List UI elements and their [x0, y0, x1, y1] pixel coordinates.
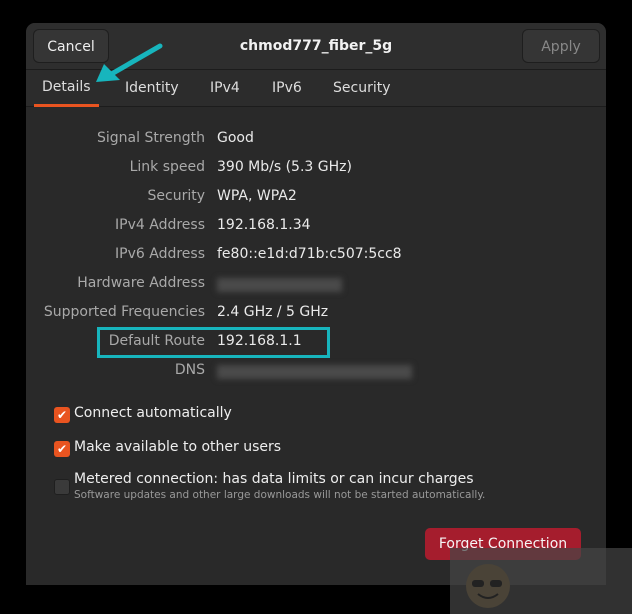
mascot-logo-icon — [466, 564, 510, 608]
detail-value: 2.4 GHz / 5 GHz — [217, 304, 329, 320]
tab-ipv4[interactable]: IPv4 — [210, 70, 240, 106]
detail-label: IPv4 Address — [115, 217, 205, 233]
checkbox-label: Metered connection: has data limits or c… — [74, 471, 474, 487]
annotation-arrow-icon — [96, 43, 163, 82]
detail-value: 390 Mb/s (5.3 GHz) — [217, 159, 352, 175]
make-available-checkbox[interactable]: ✔ — [54, 441, 70, 457]
checkbox-sublabel: Software updates and other large downloa… — [74, 489, 486, 501]
detail-label: Security — [147, 188, 206, 204]
watermark — [450, 548, 632, 614]
detail-label: Link speed — [129, 159, 205, 175]
tab-ipv6[interactable]: IPv6 — [272, 70, 302, 106]
detail-row: Hardware Address — [26, 275, 606, 295]
checkbox-label: Make available to other users — [74, 439, 282, 455]
connect-automatically-checkbox[interactable]: ✔ — [54, 407, 70, 423]
tab-security[interactable]: Security — [333, 70, 391, 106]
detail-value: fe80::e1d:d71b:c507:5cc8 — [217, 246, 402, 262]
detail-row: Signal Strength Good — [26, 130, 606, 150]
checkbox-label: Connect automatically — [74, 405, 232, 421]
detail-row: IPv4 Address 192.168.1.34 — [26, 217, 606, 237]
detail-label: DNS — [174, 362, 205, 378]
detail-row: DNS — [26, 362, 606, 382]
detail-row: Supported Frequencies 2.4 GHz / 5 GHz — [26, 304, 606, 324]
connection-settings-dialog: chmod777_fiber_5g Cancel Apply Details I… — [26, 23, 606, 585]
detail-value: WPA, WPA2 — [217, 188, 297, 204]
detail-row: Link speed 390 Mb/s (5.3 GHz) — [26, 159, 606, 179]
apply-button[interactable]: Apply — [522, 29, 600, 63]
redacted-value — [217, 365, 412, 379]
detail-label: Hardware Address — [77, 275, 205, 291]
metered-connection-checkbox[interactable] — [54, 479, 70, 495]
detail-label: Signal Strength — [96, 130, 205, 146]
highlight-box — [97, 327, 330, 358]
detail-value: 192.168.1.34 — [217, 217, 311, 233]
detail-value: Good — [217, 130, 254, 146]
detail-row: Security WPA, WPA2 — [26, 188, 606, 208]
detail-label: Supported Frequencies — [43, 304, 205, 320]
detail-row: IPv6 Address fe80::e1d:d71b:c507:5cc8 — [26, 246, 606, 266]
tab-details[interactable]: Details — [34, 70, 99, 107]
detail-label: IPv6 Address — [115, 246, 205, 262]
redacted-value — [217, 278, 342, 292]
